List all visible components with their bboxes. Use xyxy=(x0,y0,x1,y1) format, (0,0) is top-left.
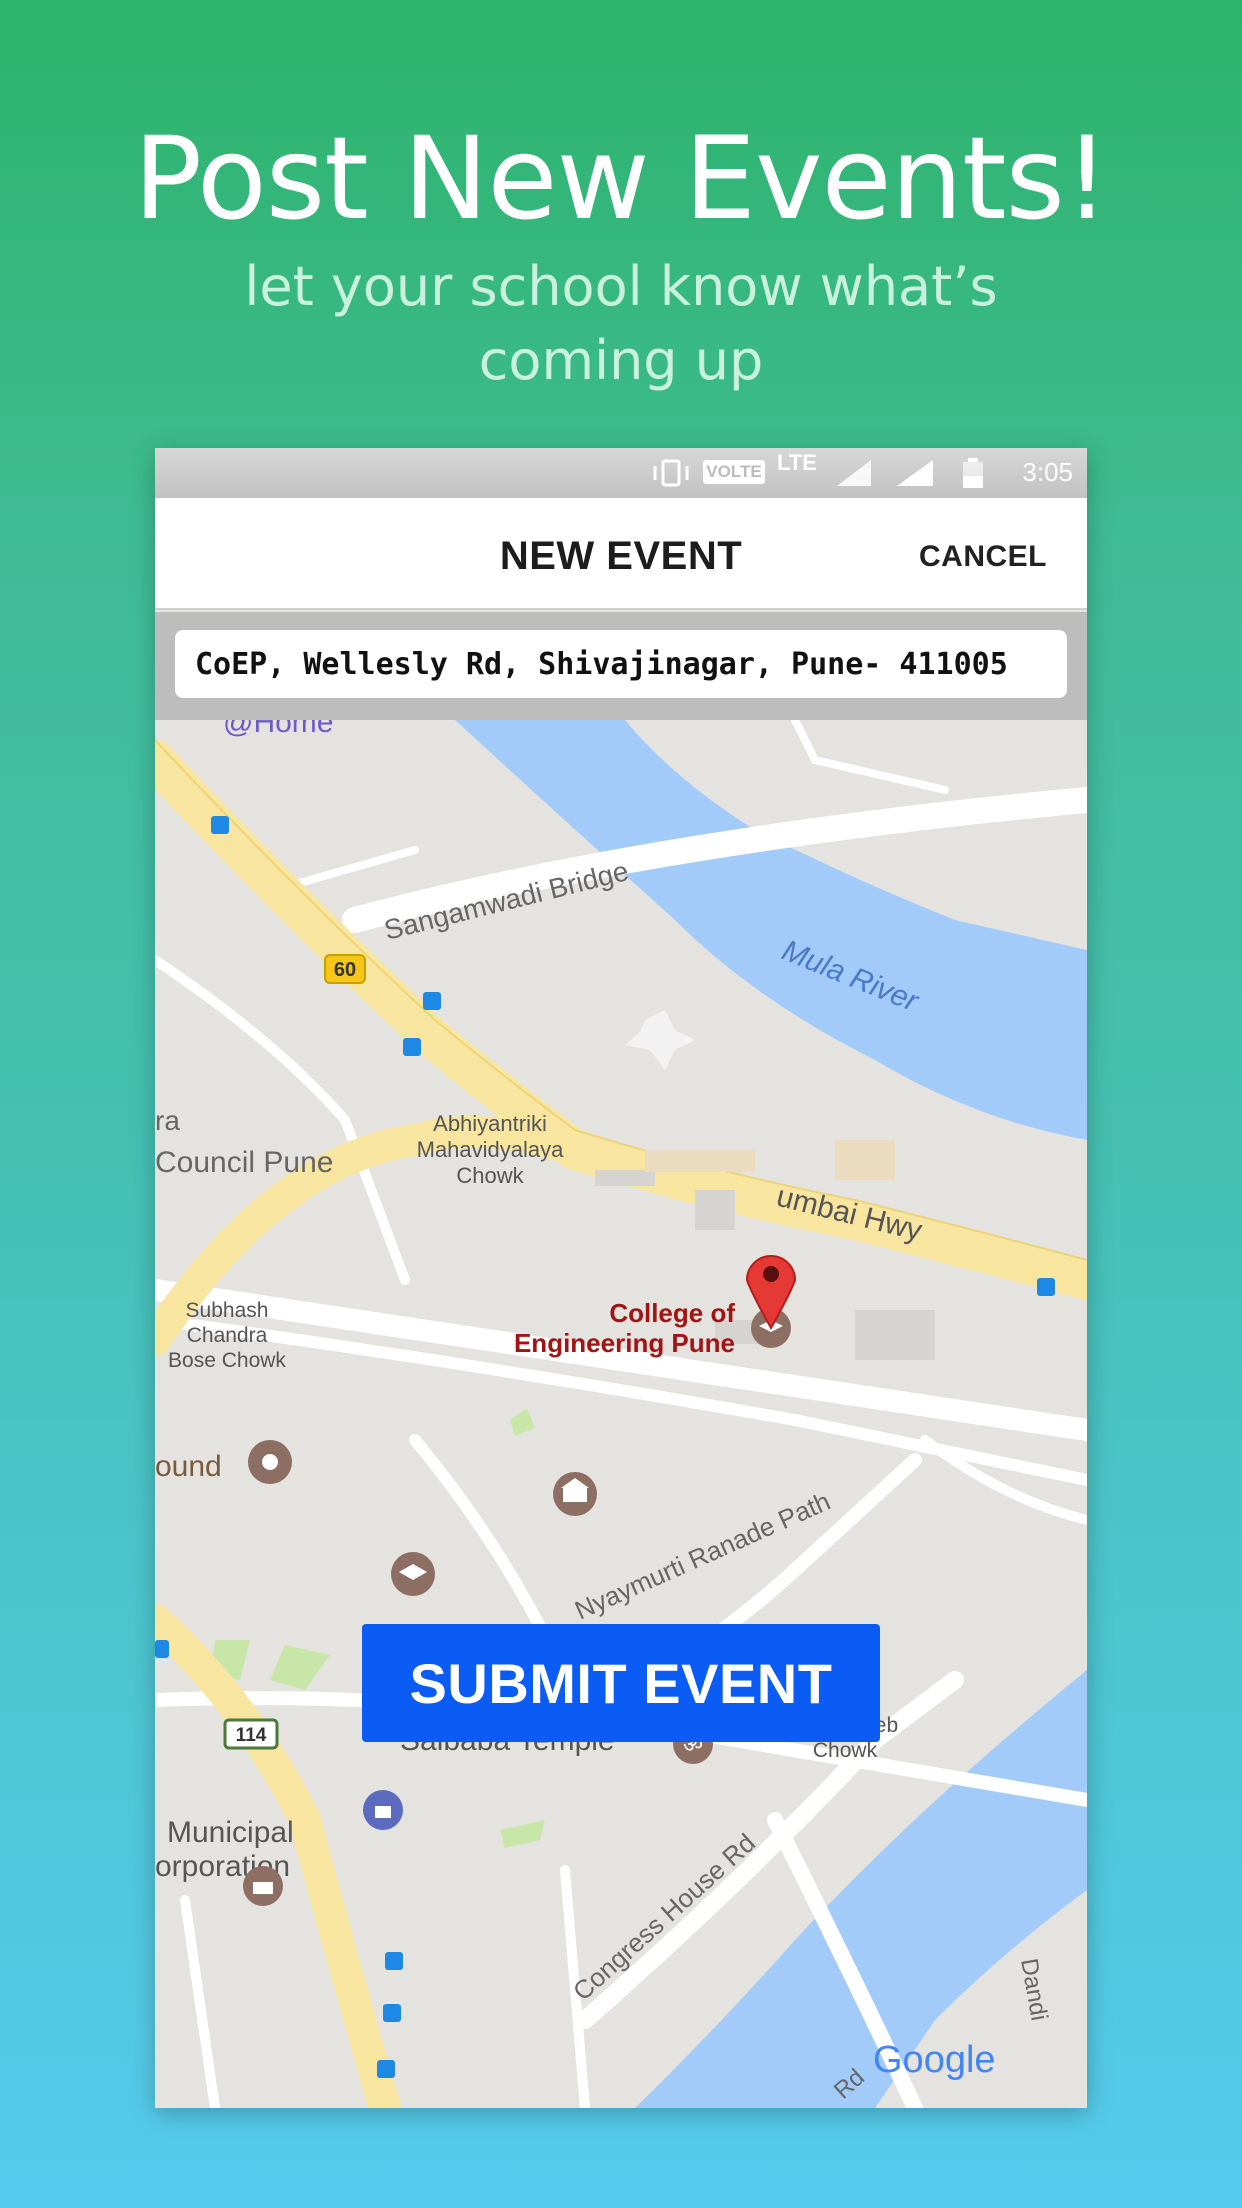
hero-subtitle: let your school know what’s coming up xyxy=(0,250,1242,398)
cancel-button[interactable]: CANCEL xyxy=(919,540,1047,574)
network-type: LTE xyxy=(777,450,817,475)
hero-subtitle-line1: let your school know what’s xyxy=(244,255,998,318)
submit-event-button[interactable]: SUBMIT EVENT xyxy=(362,1624,880,1742)
label-college-l1: College of xyxy=(609,1298,735,1328)
vibrate-icon xyxy=(653,459,689,487)
status-bar: VOLTE LTE 3:05 xyxy=(155,448,1087,498)
museum-poi-icon xyxy=(553,1472,597,1516)
app-bar: NEW EVENT CANCEL xyxy=(155,498,1087,610)
location-input[interactable] xyxy=(175,630,1067,698)
map-view[interactable]: @Home Sangamwadi Bridge Mula River Abhiy… xyxy=(155,720,1087,2108)
location-bar xyxy=(155,612,1087,720)
stadium-poi-icon xyxy=(248,1440,292,1484)
svg-text:60: 60 xyxy=(334,959,356,981)
label-chowk1-l2: Mahavidyalaya xyxy=(417,1137,565,1162)
label-home: @Home xyxy=(223,720,333,739)
label-council-prefix: ra xyxy=(155,1105,180,1136)
label-annasaheb-l2: Chowk xyxy=(813,1739,878,1762)
label-college-l2: Engineering Pune xyxy=(514,1328,735,1358)
volte-badge: VOLTE xyxy=(703,460,765,484)
municipal-poi-icon xyxy=(243,1866,283,1906)
battery-icon xyxy=(963,458,983,488)
shopping-poi-icon xyxy=(363,1790,403,1830)
status-time: 3:05 xyxy=(1022,457,1073,487)
google-logo: Google xyxy=(873,2039,996,2081)
label-ground: ound xyxy=(155,1450,222,1483)
route-114-shield: 114 xyxy=(223,1718,279,1750)
school-poi-icon xyxy=(391,1552,435,1596)
label-subhash-l3: Bose Chowk xyxy=(168,1349,286,1372)
svg-text:114: 114 xyxy=(236,1725,267,1746)
label-chowk1-l3: Chowk xyxy=(456,1163,524,1188)
signal-full-icon xyxy=(897,460,933,486)
phone-screen: VOLTE LTE 3:05 NEW EVENT CANCEL CoEP, We… xyxy=(155,448,1087,2108)
svg-text:Google: Google xyxy=(873,2039,996,2081)
hero-subtitle-line2: coming up xyxy=(478,329,764,392)
label-subhash-l2: Chandra xyxy=(187,1324,268,1347)
label-municipal-l1: Municipal xyxy=(167,1816,294,1849)
signal-icon xyxy=(837,460,871,486)
hero-title: Post New Events! xyxy=(133,112,1109,245)
label-chowk1-l1: Abhiyantriki xyxy=(433,1111,547,1136)
label-council: Council Pune xyxy=(155,1146,333,1179)
route-60-shield: 60 xyxy=(324,954,366,984)
label-subhash-l1: Subhash xyxy=(186,1299,269,1322)
